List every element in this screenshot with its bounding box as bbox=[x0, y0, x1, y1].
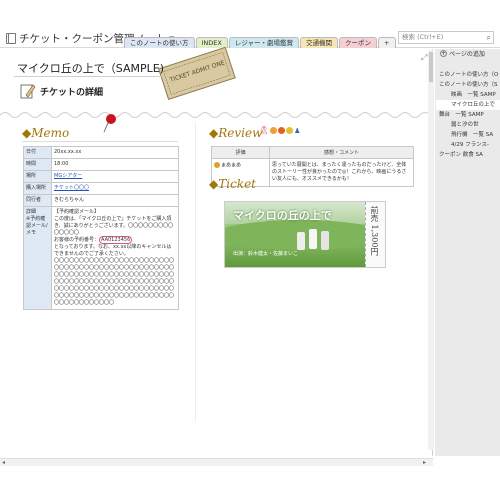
ticket-movie-title: マイクロの丘の上で bbox=[233, 209, 332, 222]
pushpin-icon bbox=[103, 114, 116, 133]
page-subtitle: チケットの詳細 bbox=[40, 88, 104, 98]
add-section-tab[interactable]: + bbox=[378, 37, 396, 48]
review-heading: ◆Review bbox=[209, 126, 262, 140]
photo-hill bbox=[225, 220, 365, 250]
page-list: このノートの使い方（O このノートの使い方（S 映画 一覧 SAMP マイクロ丘の上で… bbox=[436, 70, 500, 160]
column-divider bbox=[195, 122, 196, 422]
review-heading-text: Review bbox=[218, 126, 263, 140]
ticket-stub: 前売 1,300円 bbox=[365, 202, 385, 267]
memo-heading-text: Memo bbox=[31, 126, 70, 140]
col-rating-header: 評価 bbox=[211, 146, 270, 159]
diamond-icon: ◆ bbox=[209, 126, 219, 140]
ribbon-icon: 🎗 bbox=[259, 126, 270, 135]
memo-divider bbox=[22, 141, 178, 142]
table-cell-link[interactable]: チケット〇〇〇 bbox=[51, 182, 179, 195]
detail-label: 詳細 bbox=[26, 209, 37, 215]
table-cell-label: 購入場所 bbox=[23, 182, 52, 195]
table-cell-label: 詳細 ※予約確認メール/ メモ bbox=[23, 206, 52, 310]
ticket-price: 前売 1,300円 bbox=[370, 206, 379, 256]
search-box[interactable]: 検索 (Ctrl+E) ⌕ bbox=[398, 31, 494, 44]
reservation-number: AA0123456 bbox=[99, 236, 133, 244]
memo-heading: ◆Memo bbox=[22, 126, 69, 140]
mail-body[interactable]: 【予約確認メール】 この度は、「マイクロ丘の上で」チケットをご購入頂き、誠にあり… bbox=[51, 206, 179, 310]
ticket-cast: 出演：鈴木健太・佐藤まいこ bbox=[233, 251, 299, 257]
table-header-row: 評価 感想・コメント bbox=[211, 146, 414, 159]
page-list-item[interactable]: 飛行機 一覧 SA bbox=[436, 130, 500, 140]
table-cell-value[interactable]: 18:00 bbox=[51, 158, 179, 171]
wavy-divider bbox=[0, 112, 431, 118]
mail-line: お客様の予約番号： AA0123456 bbox=[54, 236, 176, 244]
person-icon: ♟ bbox=[294, 126, 301, 135]
diamond-icon: ◆ bbox=[22, 126, 32, 140]
page-list-item[interactable]: このノートの使い方（S bbox=[436, 80, 500, 90]
page-list-item[interactable]: マイクロ丘の上で bbox=[436, 100, 500, 110]
mail-line: この度は、「マイクロ丘の上で」チケットをご購入頂き、誠にありがとうございます。〇… bbox=[54, 216, 174, 236]
review-icons: 🎗 ♟ bbox=[259, 126, 300, 135]
ticket-photo: マイクロの丘の上で 出演：鈴木健太・佐藤まいこ bbox=[225, 202, 365, 267]
page-list-item[interactable]: 舞台 一覧 SAMP bbox=[436, 110, 500, 120]
vertical-scrollbar[interactable] bbox=[428, 50, 434, 450]
rating-value: まあまあ bbox=[221, 162, 242, 169]
title-divider bbox=[14, 76, 164, 77]
section-tab[interactable]: 交通機関 bbox=[300, 37, 339, 48]
table-cell-value[interactable]: 20xx.xx.xx bbox=[51, 146, 179, 159]
table-cell-label: 場所 bbox=[23, 170, 52, 183]
ticket-card: マイクロの丘の上で 出演：鈴木健太・佐藤まいこ 前売 1,300円 bbox=[224, 201, 386, 268]
diamond-icon: ◆ bbox=[209, 177, 219, 191]
search-placeholder: 検索 (Ctrl+E) bbox=[402, 33, 444, 41]
mail-line: 〇〇〇〇〇〇〇〇〇〇〇〇〇〇〇〇〇〇〇〇〇〇〇〇〇〇〇〇〇〇〇〇〇〇〇〇〇〇〇〇… bbox=[54, 258, 175, 306]
notebook-icon bbox=[6, 33, 16, 44]
mail-line: となっております。なお、xx.xx以降のキャンセルはできませんのでご了承ください… bbox=[54, 244, 172, 257]
table-row: 同行者 きむらちゃん bbox=[23, 194, 179, 207]
smiley-icon bbox=[286, 127, 294, 134]
table-row: 詳細 ※予約確認メール/ メモ 【予約確認メール】 この度は、「マイクロ丘の上で… bbox=[23, 206, 179, 310]
smiley-icon bbox=[278, 127, 286, 134]
page-list-item[interactable]: このノートの使い方（O bbox=[436, 70, 500, 80]
table-cell-link[interactable]: MGシアター bbox=[51, 170, 179, 183]
onenote-window: チケット・クーポン管理ノート ▼ このノートの使い方INDEXレジャー・劇場鑑賞… bbox=[0, 0, 500, 500]
table-cell-value[interactable]: きむらちゃん bbox=[51, 194, 179, 207]
page-title: マイクロ丘の上で（SAMPLE) bbox=[17, 62, 164, 75]
smiley-icon bbox=[270, 127, 278, 134]
col-comment-header: 感想・コメント bbox=[269, 146, 414, 159]
expand-icon[interactable]: ⤢ bbox=[421, 53, 427, 63]
search-icon[interactable]: ⌕ bbox=[487, 32, 491, 43]
mail-line: 【予約確認メール】 bbox=[54, 209, 100, 215]
photo-person bbox=[309, 229, 317, 249]
photo-person bbox=[297, 232, 305, 250]
memo-table: 日付 20xx.xx.xx 時間 18:00 場所 MGシアター 購入場所 チケット〇〇〇 同行… bbox=[23, 146, 179, 310]
horizontal-scrollbar[interactable]: ◂ ▸ bbox=[0, 458, 433, 466]
ticket-heading: ◆Ticket bbox=[209, 177, 256, 191]
add-page-label: ページの追加 bbox=[449, 51, 485, 58]
mail-label: ※予約確認メール/ メモ bbox=[26, 216, 48, 236]
smiley-icon bbox=[214, 162, 220, 168]
scroll-left-icon[interactable]: ◂ bbox=[2, 459, 5, 466]
table-cell-label: 時間 bbox=[23, 158, 52, 171]
photo-person bbox=[321, 231, 329, 250]
scroll-right-icon[interactable]: ▸ bbox=[423, 459, 426, 466]
reservation-label: お客様の予約番号： bbox=[54, 237, 100, 243]
pencil-icon bbox=[20, 84, 36, 99]
page-list-item[interactable]: 映画 一覧 SAMP bbox=[436, 90, 500, 100]
table-row: 時間 18:00 bbox=[23, 158, 179, 171]
table-cell-label: 同行者 bbox=[23, 194, 52, 207]
ticket-heading-text: Ticket bbox=[218, 177, 256, 191]
add-icon: + bbox=[440, 50, 447, 57]
table-row: 購入場所 チケット〇〇〇 bbox=[23, 182, 179, 195]
table-row: 日付 20xx.xx.xx bbox=[23, 146, 179, 159]
page-list-item[interactable]: クーポン 飲食 SA bbox=[436, 150, 500, 160]
scroll-thumb[interactable] bbox=[429, 52, 433, 82]
add-page-button[interactable]: + ページの追加 bbox=[440, 49, 485, 58]
comment-cell[interactable]: 思っていた展開とは、まったく違ったものだったけど、全体のストーリー性が良かったの… bbox=[269, 158, 414, 187]
page-list-item[interactable]: 醤と汐の世 bbox=[436, 120, 500, 130]
table-cell-label: 日付 bbox=[23, 146, 52, 159]
section-tab[interactable]: クーポン bbox=[339, 37, 378, 48]
page-list-item[interactable]: 4/29 フランス- bbox=[436, 140, 500, 150]
table-row: 場所 MGシアター bbox=[23, 170, 179, 183]
